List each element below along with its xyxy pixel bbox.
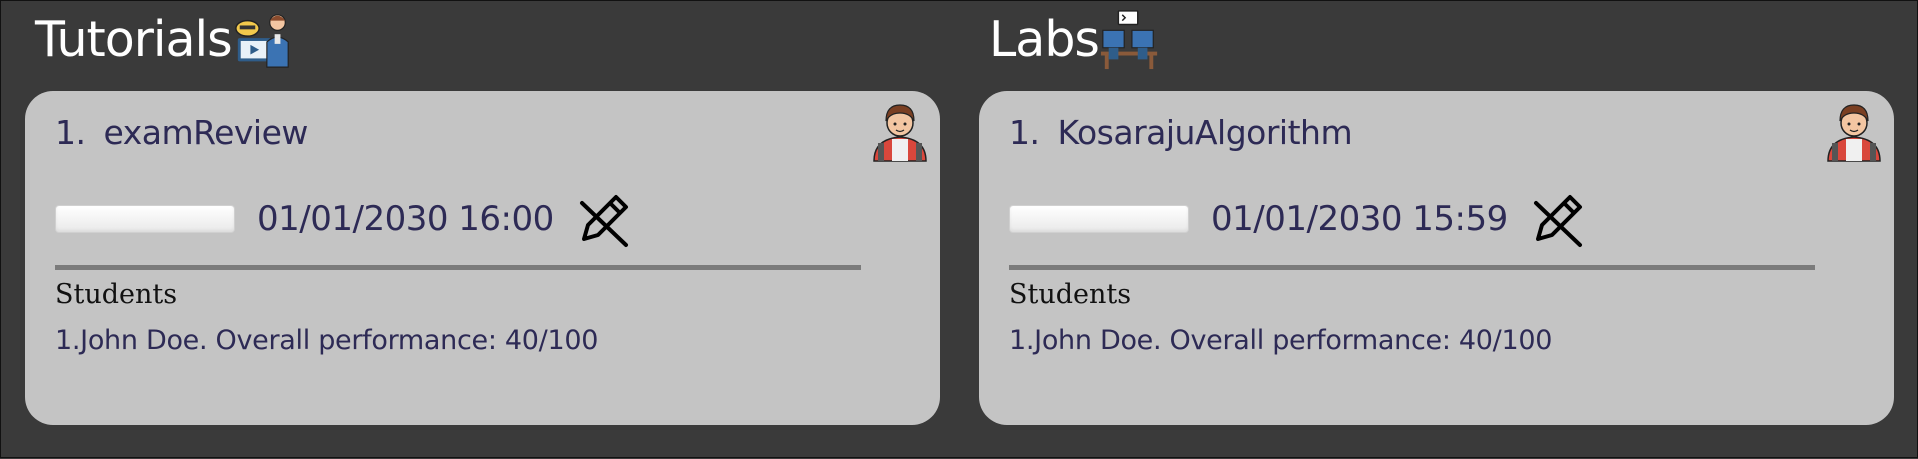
labs-panel: Labs 1. KosarajuAlgorithm 01/01/2030 15:… bbox=[979, 1, 1894, 459]
students-heading: Students bbox=[55, 279, 178, 310]
lab-datetime-row: 01/01/2030 15:59 bbox=[1009, 187, 1590, 251]
tutorial-name: 1. examReview bbox=[55, 113, 308, 152]
app-window: Tutorials 1. examReview 01/01/2030 16:00… bbox=[0, 0, 1918, 458]
computer-lab-icon bbox=[1100, 10, 1158, 70]
lab-card[interactable]: 1. KosarajuAlgorithm 01/01/2030 15:59 St… bbox=[979, 91, 1894, 425]
lab-status-field[interactable] bbox=[1009, 205, 1189, 233]
edit-off-icon[interactable] bbox=[572, 187, 636, 251]
labs-header: Labs bbox=[989, 9, 1161, 71]
student-list-item: 1.John Doe. Overall performance: 40/100 bbox=[1009, 325, 1553, 356]
lab-datetime: 01/01/2030 15:59 bbox=[1211, 199, 1508, 239]
tutorials-header: Tutorials bbox=[35, 9, 294, 71]
lab-name: 1. KosarajuAlgorithm bbox=[1009, 113, 1353, 152]
lab-index: 1. bbox=[1009, 113, 1040, 152]
labs-title: Labs bbox=[989, 11, 1100, 68]
tutorials-panel: Tutorials 1. examReview 01/01/2030 16:00… bbox=[25, 1, 940, 459]
student-avatar-icon bbox=[1827, 104, 1881, 162]
divider bbox=[55, 265, 861, 270]
tutorials-title: Tutorials bbox=[35, 11, 233, 68]
teacher-presentation-icon bbox=[234, 14, 289, 68]
students-heading: Students bbox=[1009, 279, 1132, 310]
tutorial-datetime: 01/01/2030 16:00 bbox=[257, 199, 554, 239]
edit-off-icon[interactable] bbox=[1526, 187, 1590, 251]
tutorial-name-label: examReview bbox=[103, 113, 309, 152]
tutorial-status-field[interactable] bbox=[55, 205, 235, 233]
tutorial-card[interactable]: 1. examReview 01/01/2030 16:00 Students … bbox=[25, 91, 940, 425]
student-list-item: 1.John Doe. Overall performance: 40/100 bbox=[55, 325, 599, 356]
tutorial-datetime-row: 01/01/2030 16:00 bbox=[55, 187, 636, 251]
tutorial-index: 1. bbox=[55, 113, 86, 152]
student-avatar-icon bbox=[873, 104, 927, 162]
lab-name-label: KosarajuAlgorithm bbox=[1057, 113, 1353, 152]
divider bbox=[1009, 265, 1815, 270]
